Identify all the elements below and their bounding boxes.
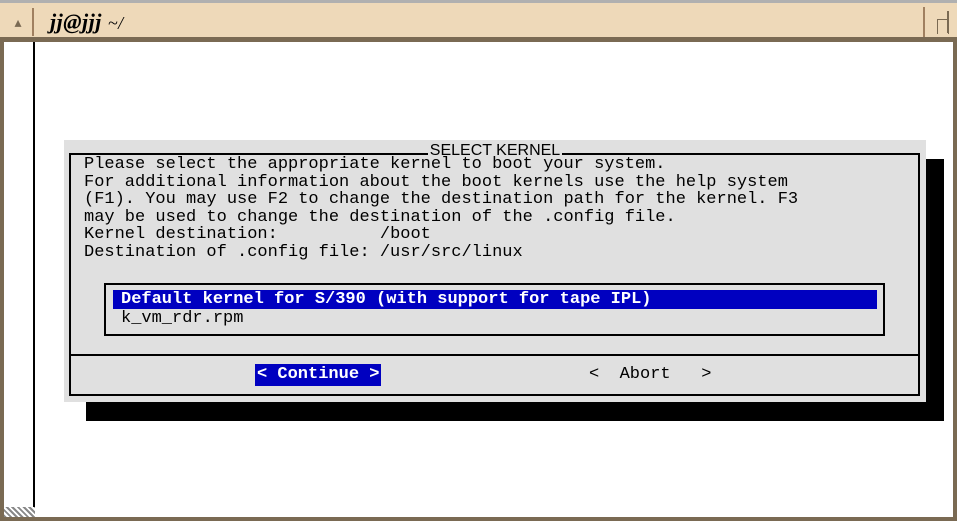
scrollbar[interactable] bbox=[4, 42, 35, 517]
config-destination-row: Destination of .config file: /usr/src/li… bbox=[84, 244, 798, 262]
list-item[interactable]: k_vm_rdr.rpm bbox=[113, 309, 877, 328]
dialog-description: Please select the appropriate kernel to … bbox=[84, 156, 798, 262]
kernel-destination-value: /boot bbox=[379, 225, 431, 245]
description-line: may be used to change the destination of… bbox=[84, 207, 676, 227]
dialog-divider bbox=[69, 354, 920, 356]
window-frame-bottom bbox=[0, 517, 957, 521]
list-item[interactable]: Default kernel for S/390 (with support f… bbox=[113, 290, 877, 309]
window-title-path: ~/ bbox=[107, 13, 124, 33]
description-line: (F1). You may use F2 to change the desti… bbox=[84, 190, 799, 210]
window-title: jj@jjj ~/ bbox=[50, 9, 124, 35]
select-kernel-dialog: SELECT KERNEL Please select the appropri… bbox=[64, 140, 926, 402]
abort-button[interactable]: < Abort > bbox=[589, 364, 711, 386]
kernel-destination-label: Kernel destination: bbox=[84, 225, 278, 245]
description-line: Please select the appropriate kernel to … bbox=[84, 155, 666, 174]
terminal-window: ▴ jj@jjj ~/ SELECT KERNEL Please select … bbox=[0, 0, 957, 521]
resize-grip-icon[interactable] bbox=[4, 507, 35, 517]
config-destination-label: Destination of .config file: bbox=[84, 242, 370, 262]
window-title-user: jj@jjj bbox=[50, 9, 102, 34]
continue-button[interactable]: < Continue > bbox=[255, 364, 382, 386]
description-line: For additional information about the boo… bbox=[84, 172, 788, 192]
window-frame-right bbox=[953, 42, 957, 521]
kernel-listbox[interactable]: Default kernel for S/390 (with support f… bbox=[104, 283, 885, 336]
triangle-icon[interactable]: ▴ bbox=[4, 8, 34, 36]
config-destination-value: /usr/src/linux bbox=[379, 242, 523, 262]
window-frame-left bbox=[0, 42, 4, 521]
kernel-destination-row: Kernel destination: /boot bbox=[84, 226, 798, 244]
maximize-icon[interactable] bbox=[923, 7, 953, 37]
title-bar[interactable]: ▴ jj@jjj ~/ bbox=[0, 0, 957, 42]
